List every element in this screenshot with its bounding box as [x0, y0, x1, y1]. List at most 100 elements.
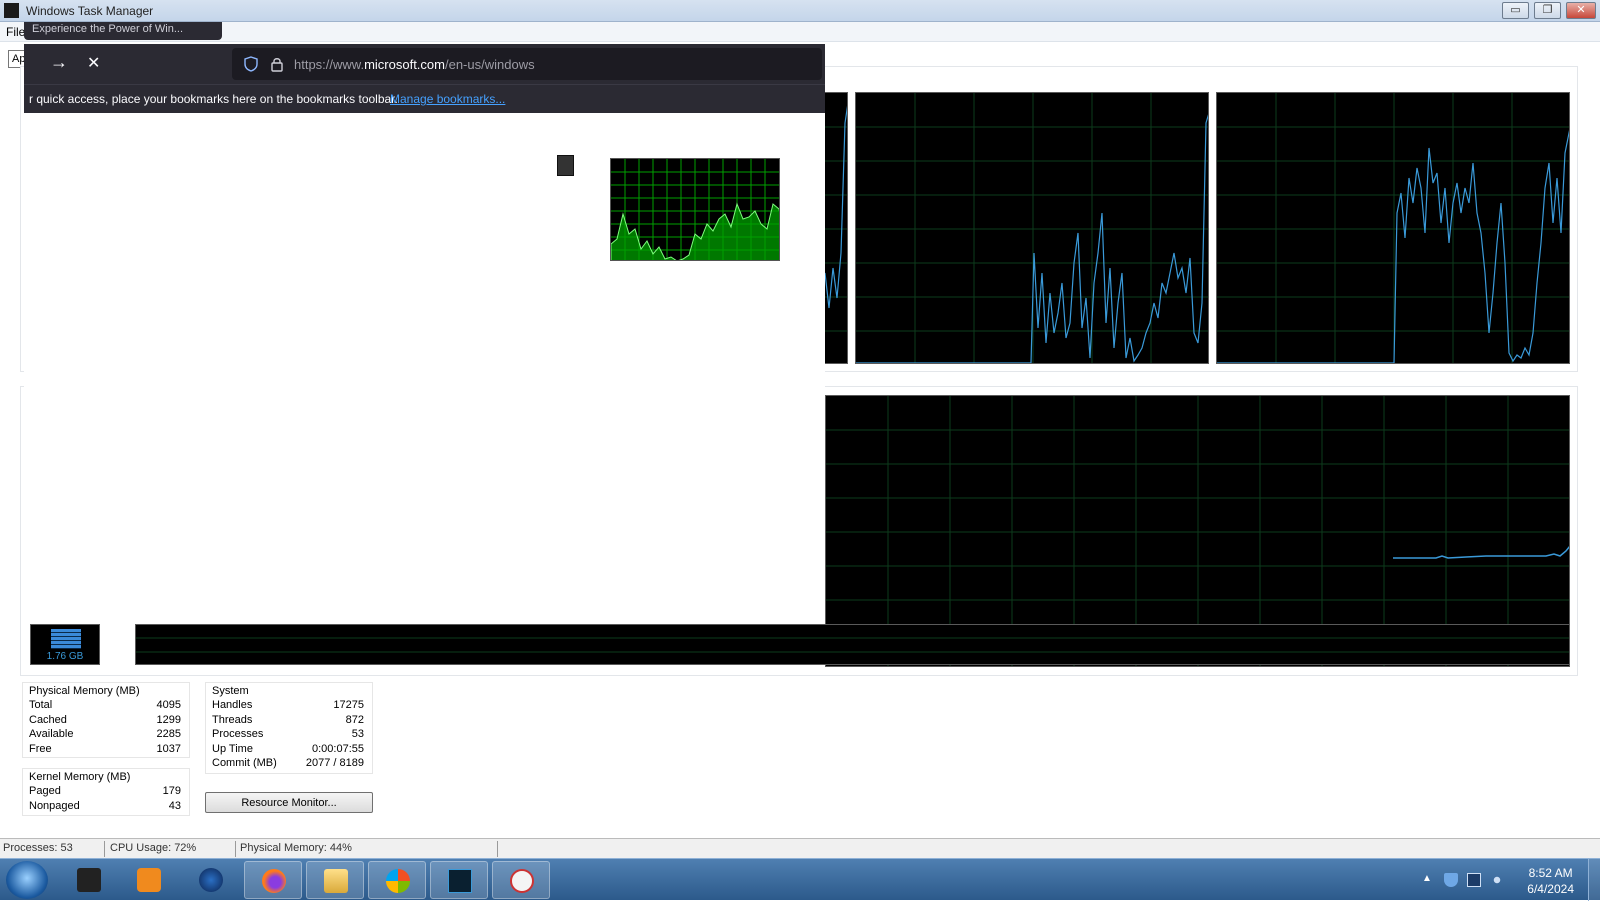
- show-desktop-button[interactable]: [1588, 859, 1600, 901]
- title-bar: Windows Task Manager ▭ ❐ ✕: [0, 0, 1600, 22]
- menu-file[interactable]: File: [6, 25, 25, 39]
- pm-row-available: Available 2285: [29, 728, 181, 742]
- url-text[interactable]: https://www.microsoft.com/en-us/windows: [294, 57, 535, 72]
- physical-memory-title: Physical Memory (MB): [29, 685, 140, 697]
- km-paged-value: 179: [162, 785, 181, 797]
- globe-icon: [199, 868, 223, 892]
- status-bar: Processes: 53 CPU Usage: 72% Physical Me…: [0, 838, 1600, 858]
- close-button[interactable]: ✕: [1566, 2, 1596, 19]
- task-manager-icon: [4, 3, 19, 18]
- firefox-url-bar[interactable]: https://www.microsoft.com/en-us/windows: [232, 48, 822, 80]
- sys-processes-value: 53: [351, 728, 364, 740]
- network-icon[interactable]: [1467, 873, 1481, 887]
- taskbar-terminal[interactable]: [60, 861, 118, 899]
- system-title: System: [212, 685, 249, 697]
- minimize-button[interactable]: ▭: [1502, 2, 1529, 19]
- taskbar-task-manager[interactable]: [430, 861, 488, 899]
- window-title: Windows Task Manager: [26, 4, 154, 18]
- pm-row-free: Free 1037: [29, 743, 181, 757]
- taskbar-media-player[interactable]: [120, 861, 178, 899]
- firefox-page-content: [24, 113, 825, 624]
- km-nonpaged-value: 43: [168, 800, 181, 812]
- sys-uptime-label: Up Time: [212, 743, 253, 755]
- memory-history-strip: [135, 624, 1570, 665]
- pm-available-label: Available: [29, 728, 74, 740]
- cpu-meter-stub: [557, 155, 574, 176]
- status-processes: Processes: 53: [3, 842, 73, 854]
- show-hidden-icons-icon[interactable]: ▲: [1422, 873, 1432, 884]
- firefox-icon: [262, 869, 286, 893]
- sys-row-uptime: Up Time 0:00:07:55: [212, 743, 364, 757]
- pm-cached-label: Cached: [29, 714, 67, 726]
- url-domain: microsoft.com: [364, 57, 445, 72]
- restore-button[interactable]: ❐: [1534, 2, 1561, 19]
- cpu-graph-2: [1216, 92, 1570, 364]
- cpu-graph-2-plot: [1217, 93, 1569, 363]
- taskbar: ▲ 8:52 AM 6/4/2024: [0, 858, 1600, 901]
- cpu-mini-graph: [610, 158, 780, 261]
- physical-memory-group: Physical Memory (MB) Total 4095 Cached 129…: [22, 682, 190, 758]
- system-group: System Handles 17275 Threads 872 Processes…: [205, 682, 373, 774]
- manage-bookmarks-link[interactable]: Manage bookmarks...: [390, 92, 505, 106]
- km-row-nonpaged: Nonpaged 43: [29, 800, 181, 814]
- clock-app-icon: [510, 869, 534, 893]
- taskbar-clock-app[interactable]: [492, 861, 550, 899]
- clock-date: 6/4/2024: [1527, 882, 1574, 896]
- sys-handles-value: 17275: [333, 699, 364, 711]
- system-clock[interactable]: 8:52 AM 6/4/2024: [1527, 865, 1574, 897]
- firefox-bookmarks-toolbar: r quick access, place your bookmarks her…: [24, 84, 825, 113]
- memory-meter-bar: [51, 629, 81, 649]
- start-orb-icon[interactable]: [6, 861, 48, 899]
- pm-total-label: Total: [29, 699, 53, 711]
- terminal-icon: [77, 868, 101, 892]
- km-row-paged: Paged 179: [29, 785, 181, 799]
- sys-threads-label: Threads: [212, 714, 253, 726]
- status-separator: [235, 841, 236, 857]
- clock-time: 8:52 AM: [1528, 866, 1573, 880]
- sys-row-handles: Handles 17275: [212, 699, 364, 713]
- kernel-memory-title: Kernel Memory (MB): [29, 771, 131, 783]
- sys-threads-value: 872: [345, 714, 364, 726]
- sys-row-threads: Threads 872: [212, 714, 364, 728]
- bookmarks-hint-text: r quick access, place your bookmarks her…: [29, 92, 398, 106]
- url-prefix: https://www.: [294, 57, 365, 72]
- status-separator: [104, 841, 105, 857]
- volume-icon[interactable]: [1490, 873, 1504, 887]
- taskbar-windows[interactable]: [368, 861, 426, 899]
- sys-commit-value: 2077 / 8189: [305, 757, 364, 769]
- memory-meter-value: 1.76 GB: [46, 651, 84, 662]
- sys-processes-label: Processes: [212, 728, 264, 740]
- task-manager-app-icon: [448, 869, 472, 893]
- cpu-graph-1-plot: [856, 93, 1208, 363]
- pm-row-total: Total 4095: [29, 699, 181, 713]
- sys-row-commit: Commit (MB) 2077 / 8189: [212, 757, 364, 771]
- km-paged-label: Paged: [29, 785, 61, 797]
- kernel-memory-group: Kernel Memory (MB) Paged 179 Nonpaged 43: [22, 768, 190, 816]
- status-cpu-usage: CPU Usage: 72%: [110, 842, 197, 854]
- lock-icon[interactable]: [270, 56, 284, 72]
- url-path: /en-us/windows: [444, 57, 535, 72]
- km-nonpaged-label: Nonpaged: [29, 800, 80, 812]
- folder-icon: [324, 869, 348, 893]
- pm-cached-value: 1299: [156, 714, 181, 726]
- pm-total-value: 4095: [156, 699, 181, 711]
- firefox-navigation-toolbar: → ✕ https://www.microsoft.com/en-us/wind…: [24, 44, 825, 84]
- forward-arrow-icon[interactable]: →: [50, 52, 68, 73]
- cpu-mini-graph-plot: [611, 159, 779, 260]
- taskbar-file-explorer[interactable]: [306, 861, 364, 899]
- sys-row-processes: Processes 53: [212, 728, 364, 742]
- cpu-graph-1: [855, 92, 1209, 364]
- pm-free-label: Free: [29, 743, 52, 755]
- resource-monitor-button[interactable]: Resource Monitor...: [205, 792, 373, 813]
- memory-meter: 1.76 GB: [30, 624, 100, 665]
- taskbar-firefox[interactable]: [244, 861, 302, 899]
- pm-row-cached: Cached 1299: [29, 714, 181, 728]
- security-shield-icon[interactable]: [1444, 873, 1458, 887]
- sys-uptime-value: 0:00:07:55: [312, 743, 364, 755]
- tracking-protection-shield-icon[interactable]: [244, 56, 258, 72]
- sys-handles-label: Handles: [212, 699, 253, 711]
- firefox-tab-title[interactable]: Experience the Power of Win...: [24, 22, 222, 40]
- taskbar-globe[interactable]: [182, 861, 240, 899]
- pm-available-value: 2285: [156, 728, 181, 740]
- stop-icon[interactable]: ✕: [87, 53, 100, 73]
